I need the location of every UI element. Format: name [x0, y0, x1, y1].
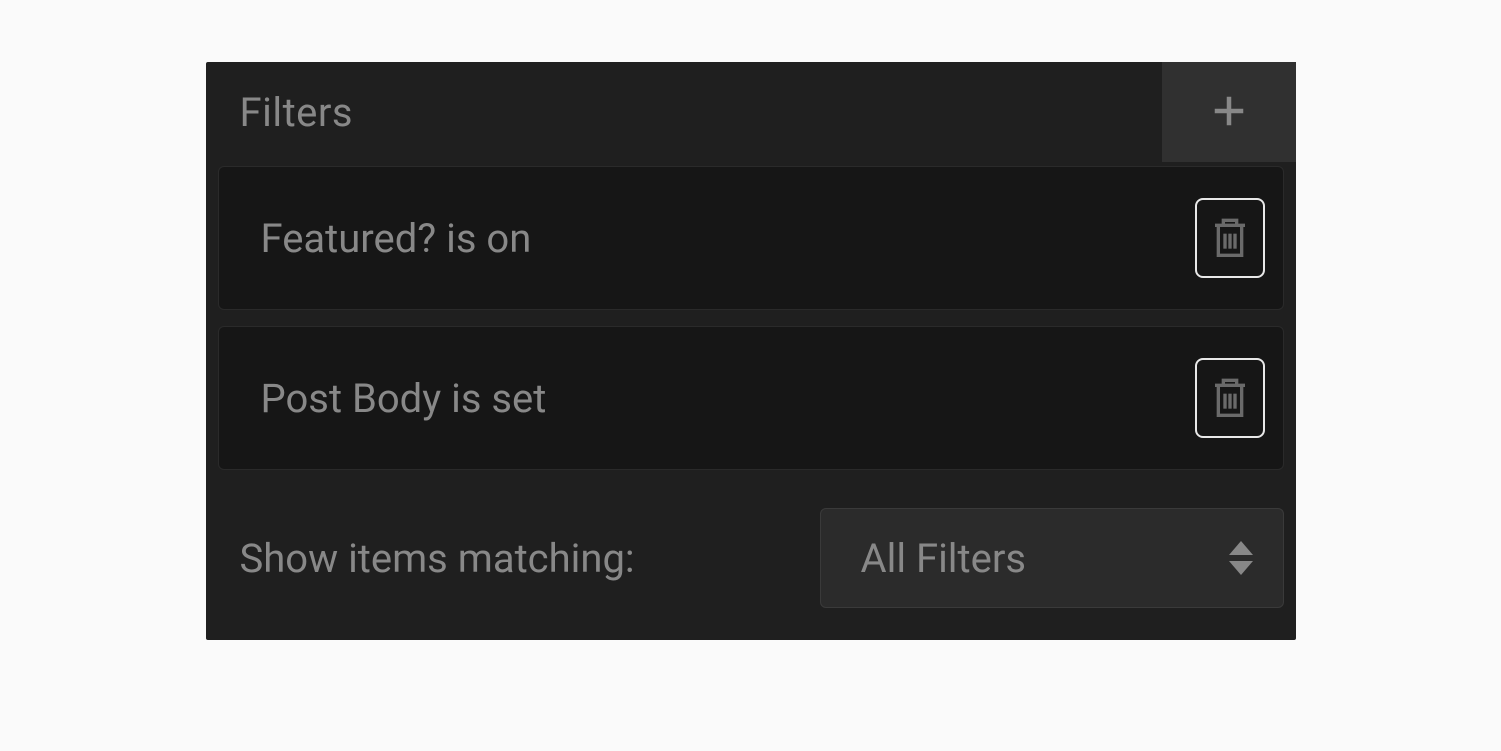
filter-item[interactable]: Featured? is on: [218, 166, 1284, 310]
matching-select-value: All Filters: [861, 535, 1027, 582]
trash-icon: [1210, 373, 1250, 424]
filters-panel: Filters Featured? is on: [206, 62, 1296, 640]
delete-filter-button[interactable]: [1195, 358, 1265, 438]
filter-label: Post Body is set: [261, 375, 547, 422]
filter-item[interactable]: Post Body is set: [218, 326, 1284, 470]
plus-icon: [1211, 93, 1247, 132]
filters-header: Filters: [206, 62, 1296, 162]
chevron-updown-icon: [1229, 541, 1253, 575]
matching-select[interactable]: All Filters: [820, 508, 1284, 608]
add-filter-button[interactable]: [1162, 62, 1296, 162]
filter-list: Featured? is on Post Body is set: [206, 162, 1296, 470]
matching-label: Show items matching:: [240, 535, 635, 582]
filters-title: Filters: [240, 89, 354, 136]
filters-footer: Show items matching: All Filters: [206, 486, 1296, 640]
delete-filter-button[interactable]: [1195, 198, 1265, 278]
trash-icon: [1210, 213, 1250, 264]
filter-label: Featured? is on: [261, 215, 532, 262]
